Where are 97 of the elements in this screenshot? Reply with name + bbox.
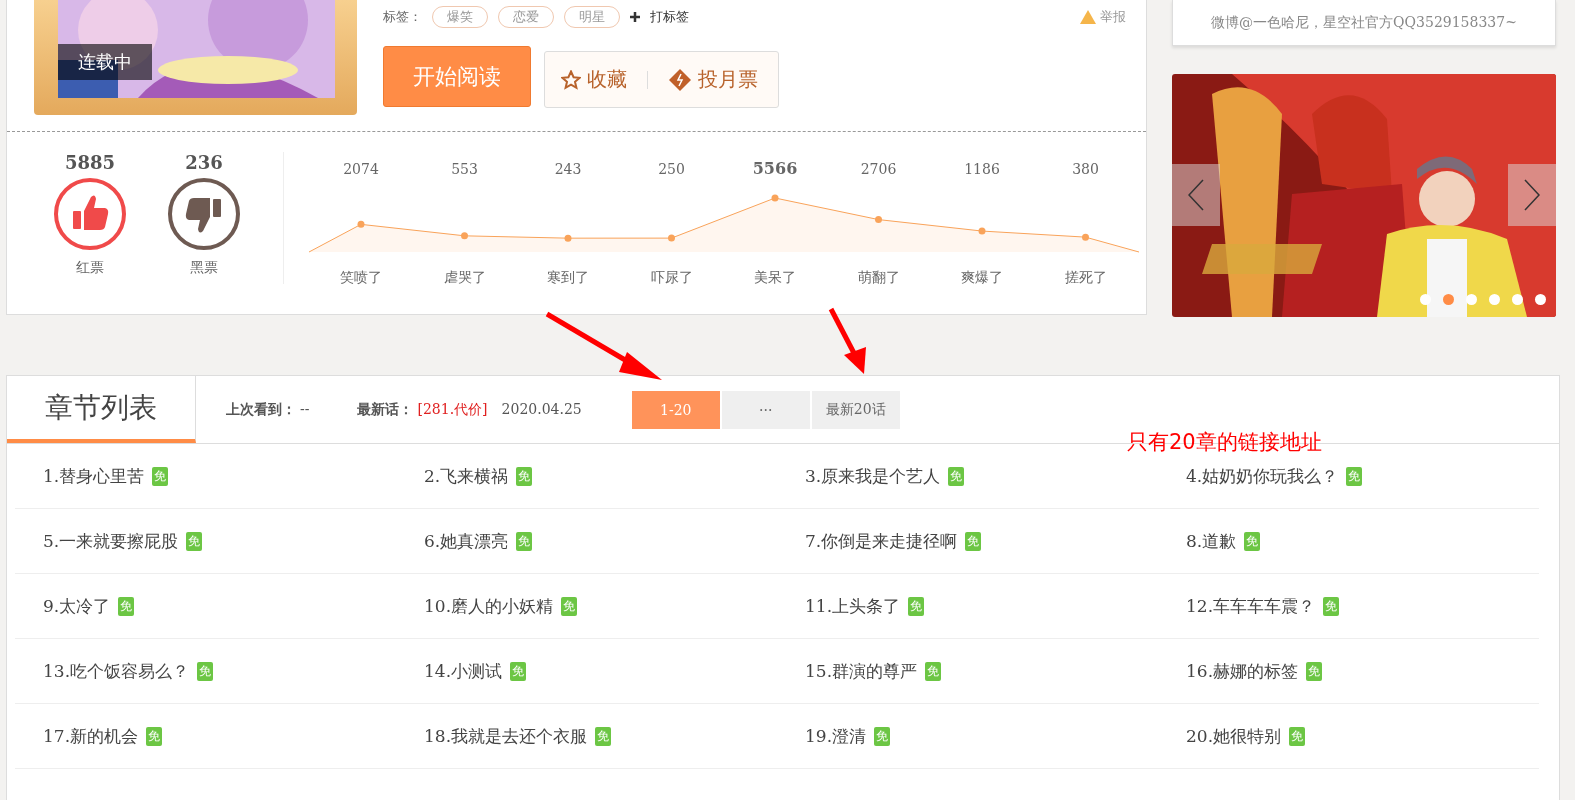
chapter-link[interactable]: 20.她很特别 免 — [1158, 704, 1539, 769]
free-badge: 免 — [146, 726, 163, 746]
data-point — [461, 232, 468, 240]
annotation-arrow — [828, 307, 868, 375]
chevron-right-icon — [1524, 179, 1540, 211]
data-point — [357, 220, 365, 228]
free-badge: 免 — [152, 466, 169, 486]
free-badge: 免 — [516, 531, 533, 551]
category-label: 寒到了 — [547, 269, 589, 285]
category-label: 搓死了 — [1064, 269, 1107, 285]
add-tag-link[interactable]: 打标签 — [650, 8, 689, 26]
data-point — [564, 234, 572, 242]
free-badge: 免 — [1289, 726, 1306, 746]
free-badge: 免 — [510, 661, 527, 681]
value-label: 2706 — [860, 161, 897, 177]
chapter-link[interactable]: 9.太冷了 免 — [15, 574, 396, 639]
free-badge: 免 — [874, 726, 891, 746]
notice-text: 微博@一色哈尼，星空社官方QQ3529158337~ — [1211, 13, 1517, 32]
free-badge: 免 — [516, 466, 533, 486]
value-label: 5566 — [752, 159, 798, 178]
data-point — [668, 234, 675, 242]
category-label: 爽爆了 — [961, 269, 1003, 285]
free-badge: 免 — [1244, 531, 1261, 551]
data-point — [771, 194, 779, 202]
free-badge: 免 — [1346, 466, 1363, 486]
chevron-left-icon — [1188, 179, 1204, 211]
range-tab[interactable]: ··· — [721, 390, 810, 429]
chapter-link[interactable]: 13.吃个饭容易么？ 免 — [15, 639, 396, 704]
ticket-icon — [668, 67, 692, 92]
free-badge: 免 — [948, 466, 965, 486]
latest-chapter-link[interactable]: [281.代价] — [417, 400, 488, 419]
free-badge: 免 — [118, 596, 135, 616]
section-title: 章节列表 — [7, 376, 196, 443]
free-badge: 免 — [197, 661, 214, 681]
warning-icon — [1080, 10, 1096, 24]
carousel-dot[interactable] — [1466, 294, 1477, 305]
carousel-dot[interactable] — [1420, 294, 1431, 305]
chapter-link[interactable]: 11.上头条了 免 — [777, 574, 1158, 639]
free-badge: 免 — [1306, 661, 1323, 681]
plus-icon[interactable] — [630, 12, 640, 22]
vote-label: 黑票 — [190, 259, 218, 277]
chapter-link[interactable]: 6.她真漂亮 免 — [396, 509, 777, 574]
chapter-link[interactable]: 19.澄清 免 — [777, 704, 1158, 769]
last-read-value: -- — [300, 400, 310, 419]
carousel-dot[interactable] — [1535, 294, 1546, 305]
value-label: 243 — [554, 161, 582, 177]
free-badge: 免 — [1323, 596, 1340, 616]
previous-button[interactable] — [1172, 164, 1220, 226]
chapter-link[interactable]: 1.替身心里苦 免 — [15, 444, 396, 509]
category-label: 美呆了 — [754, 269, 796, 285]
free-badge: 免 — [186, 531, 203, 551]
next-button[interactable] — [1508, 164, 1556, 226]
chapter-link[interactable]: 5.一来就要擦屁股 免 — [15, 509, 396, 574]
value-label: 2074 — [343, 161, 379, 177]
carousel-dot[interactable] — [1443, 294, 1454, 305]
monthly-vote-button[interactable]: 投月票 — [668, 66, 758, 93]
data-point — [978, 227, 986, 235]
carousel-dot[interactable] — [1489, 294, 1500, 305]
thumbs-down-icon[interactable] — [167, 177, 241, 251]
chapter-link[interactable]: 18.我就是去还个衣服 免 — [396, 704, 777, 769]
category-label: 笑喷了 — [340, 269, 382, 285]
free-badge: 免 — [965, 531, 982, 551]
category-label: 虐哭了 — [443, 269, 486, 285]
star-icon — [561, 69, 581, 90]
value-label: 1186 — [964, 161, 1000, 177]
tags-label: 标签： — [383, 8, 422, 26]
chapter-link[interactable]: 10.磨人的小妖精 免 — [396, 574, 777, 639]
carousel-dot[interactable] — [1512, 294, 1523, 305]
vote-label: 红票 — [76, 259, 104, 277]
chapter-link[interactable]: 17.新的机会 免 — [15, 704, 396, 769]
free-badge: 免 — [908, 596, 925, 616]
thumbs-up-icon[interactable] — [53, 177, 127, 251]
chapter-link[interactable]: 8.道歉 免 — [1158, 509, 1539, 574]
chapter-link[interactable]: 15.群演的尊严 免 — [777, 639, 1158, 704]
chapter-link[interactable]: 2.飞来横祸 免 — [396, 444, 777, 509]
value-label: 380 — [1072, 161, 1099, 177]
last-read-label: 上次看到： — [226, 400, 296, 419]
range-tab[interactable]: 最新20话 — [811, 390, 900, 429]
favorite-button[interactable]: 收藏 — [561, 66, 627, 93]
free-badge: 免 — [595, 726, 612, 746]
free-badge: 免 — [561, 596, 578, 616]
chapter-link[interactable]: 14.小测试 免 — [396, 639, 777, 704]
latest-date: 2020.04.25 — [501, 400, 582, 419]
latest-label: 最新话： — [357, 400, 414, 419]
chapter-link[interactable]: 7.你倒是来走捷径啊 免 — [777, 509, 1158, 574]
status-badge: 连载中 — [58, 44, 152, 80]
free-badge: 免 — [925, 661, 942, 681]
vote-count: 236 — [185, 152, 223, 173]
value-label: 250 — [658, 161, 685, 177]
value-label: 553 — [451, 161, 478, 177]
vote-count: 5885 — [64, 152, 116, 173]
category-label: 萌翻了 — [857, 269, 900, 285]
chapter-link[interactable]: 12.车车车车震？ 免 — [1158, 574, 1539, 639]
data-point — [1082, 233, 1089, 241]
category-label: 吓尿了 — [650, 269, 693, 285]
chapter-link[interactable]: 16.赫娜的标签 免 — [1158, 639, 1539, 704]
data-point — [875, 216, 882, 224]
